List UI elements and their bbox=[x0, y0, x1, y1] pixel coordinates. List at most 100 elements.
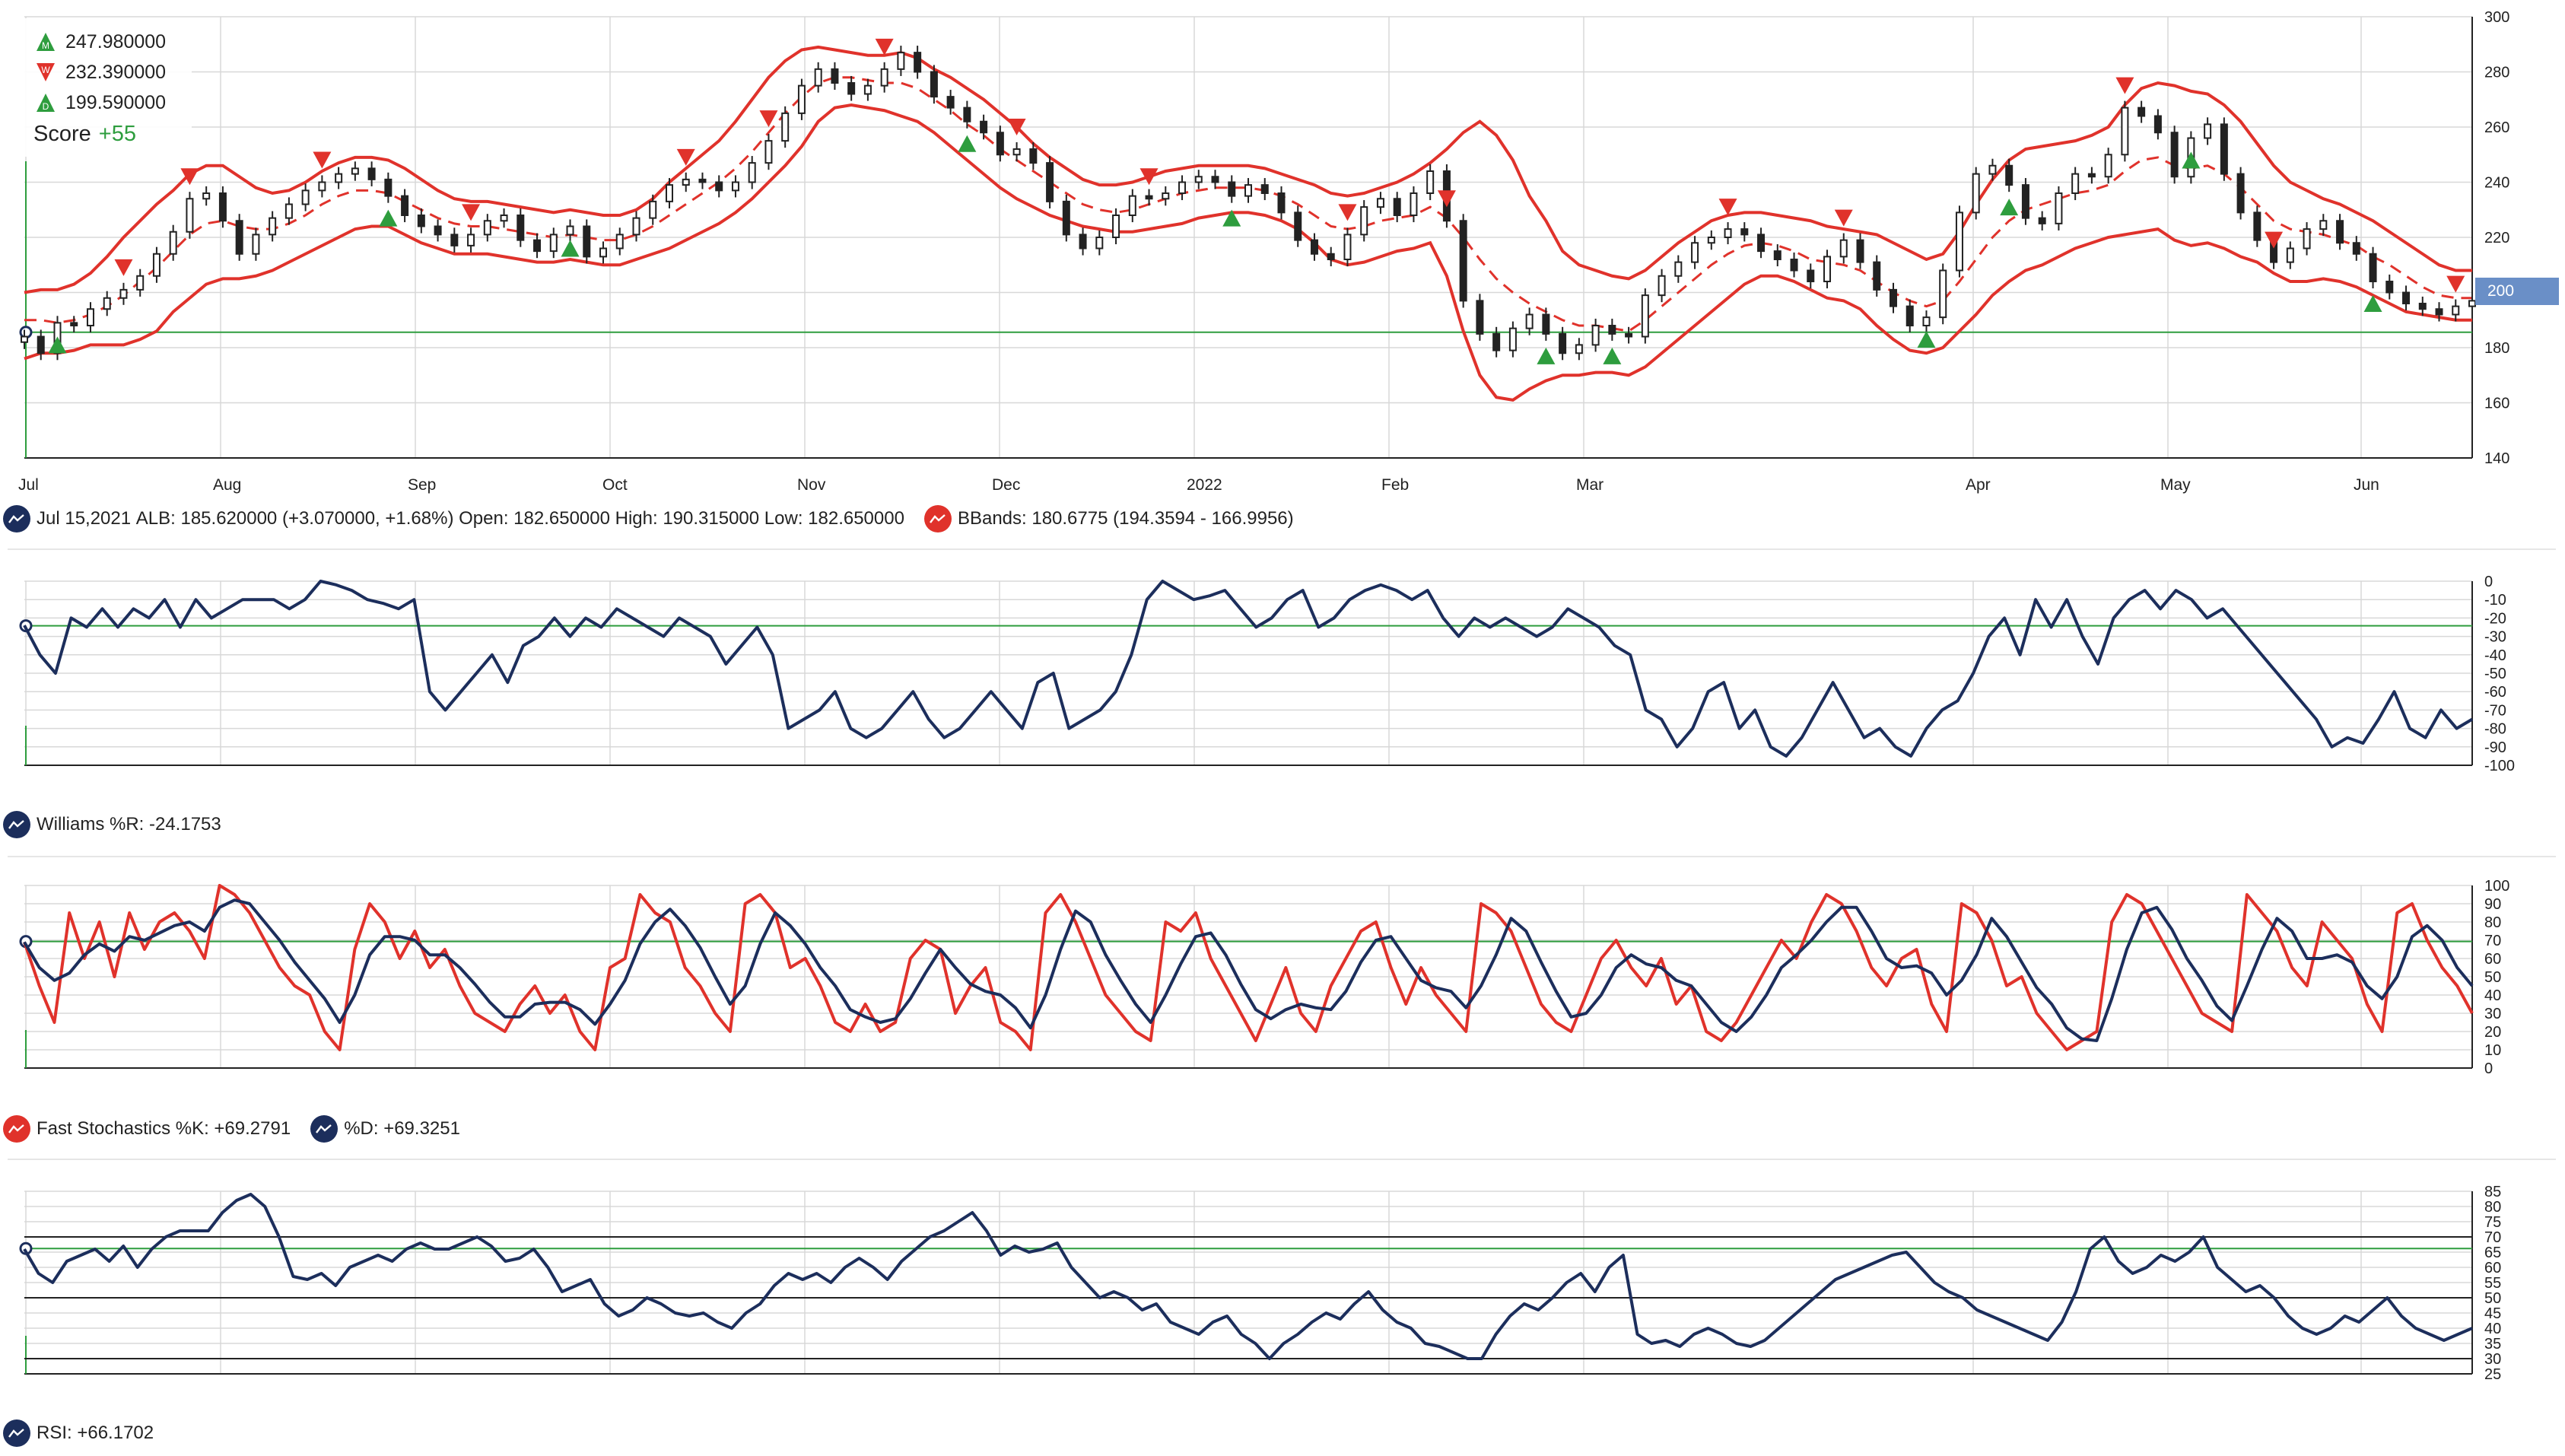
candle-body bbox=[2138, 106, 2146, 117]
candle-body bbox=[1658, 275, 1666, 297]
candle-body bbox=[401, 195, 409, 216]
candle-body bbox=[186, 198, 194, 233]
rsi-y-tick-label: 80 bbox=[2484, 1199, 2501, 1216]
rsi-y-tick-label: 50 bbox=[2484, 1290, 2501, 1307]
candle-body bbox=[2452, 305, 2460, 316]
rsi-series-line bbox=[23, 1193, 2473, 1360]
signal-down-marker bbox=[313, 151, 332, 169]
rsi-series-icon[interactable] bbox=[3, 1419, 30, 1447]
stoch-d-series-icon[interactable] bbox=[310, 1115, 339, 1143]
candle-body bbox=[665, 184, 673, 202]
rsi-info-line: RSI: +66.1702 bbox=[3, 1418, 154, 1448]
candle-body bbox=[335, 173, 343, 183]
candle-body bbox=[2385, 281, 2394, 294]
candle-body bbox=[2005, 164, 2014, 186]
signal-up-marker bbox=[1917, 331, 1936, 348]
bbands-info-text: BBands: 180.6775 (194.3594 - 166.9956) bbox=[957, 508, 1294, 529]
stoch-y-tick-label: 0 bbox=[2484, 1060, 2493, 1077]
x-month-label: Mar bbox=[1576, 476, 1604, 494]
candle-body bbox=[1972, 173, 1980, 214]
candle-body bbox=[202, 192, 211, 200]
williams-series-line bbox=[23, 580, 2474, 758]
candle-body bbox=[1988, 164, 1997, 175]
candle-body bbox=[930, 71, 938, 98]
chart-stage: 140160180200220240260280300JulAugSepOctN… bbox=[0, 0, 2565, 1456]
svg-text:D: D bbox=[43, 101, 49, 112]
candle-body bbox=[764, 140, 773, 164]
rsi-y-tick-label: 60 bbox=[2484, 1260, 2501, 1276]
candle-body bbox=[2236, 173, 2245, 214]
candle-body bbox=[583, 225, 591, 258]
stoch-k-series-icon[interactable] bbox=[3, 1115, 30, 1143]
williams-y-tick-label: -50 bbox=[2484, 666, 2506, 682]
candle-body bbox=[1426, 170, 1435, 194]
candle-body bbox=[2087, 173, 2096, 178]
candle-body bbox=[831, 68, 839, 84]
price-info-line: Jul 15,2021 ALB: 185.620000 (+3.070000, … bbox=[3, 504, 1294, 534]
candle-body bbox=[2038, 217, 2046, 224]
bbands-series-icon[interactable] bbox=[923, 505, 952, 532]
williams-series-icon[interactable] bbox=[3, 811, 30, 838]
candle-body bbox=[70, 322, 78, 326]
triangle-up-icon: M bbox=[37, 33, 55, 51]
candle-body bbox=[1012, 148, 1021, 156]
stoch-d-label: %D: +69.3251 bbox=[344, 1118, 460, 1139]
candle-body bbox=[914, 52, 922, 73]
candle-body bbox=[318, 181, 326, 192]
candle-body bbox=[1889, 288, 1897, 307]
candle-body bbox=[1773, 250, 1782, 260]
candle-body bbox=[500, 215, 508, 222]
candle-body bbox=[467, 234, 475, 246]
candle-body bbox=[1260, 184, 1269, 194]
price-y-tick-label: 260 bbox=[2484, 119, 2509, 136]
stoch-y-tick-label: 70 bbox=[2484, 933, 2501, 949]
candle-body bbox=[549, 234, 558, 253]
candle-body bbox=[1922, 316, 1931, 326]
candle-body bbox=[301, 189, 310, 205]
candle-body bbox=[235, 220, 243, 255]
rsi-y-tick-label: 35 bbox=[2484, 1336, 2501, 1353]
stoch-y-tick-label: 60 bbox=[2484, 951, 2501, 968]
williams-y-tick-label: -90 bbox=[2484, 739, 2506, 756]
williams-y-tick-label: -100 bbox=[2484, 758, 2515, 774]
candle-body bbox=[169, 230, 177, 255]
stoch-y-tick-label: 20 bbox=[2484, 1024, 2501, 1041]
candle-body bbox=[1112, 215, 1120, 238]
candle-body bbox=[1955, 211, 1963, 272]
candle-body bbox=[1939, 269, 1947, 319]
candle-body bbox=[417, 215, 425, 227]
x-month-label: Jun bbox=[2354, 476, 2379, 494]
price-y-tick-label: 300 bbox=[2484, 9, 2509, 26]
score-label: Score bbox=[33, 122, 91, 146]
signal-up-marker bbox=[2000, 199, 2019, 216]
candle-body bbox=[2418, 303, 2427, 310]
candle-body bbox=[1079, 234, 1087, 250]
candle-body bbox=[2468, 300, 2476, 307]
candle-body bbox=[1476, 300, 1484, 335]
candle-body bbox=[1807, 269, 1815, 282]
candle-body bbox=[1459, 220, 1467, 302]
price-y-tick-label: 240 bbox=[2484, 175, 2509, 192]
price-y-tick-label: 280 bbox=[2484, 65, 2509, 81]
triangle-up-icon: D bbox=[37, 94, 55, 112]
price-y-tick-label: 220 bbox=[2484, 230, 2509, 246]
price-series-icon[interactable] bbox=[3, 505, 30, 532]
candle-body bbox=[682, 178, 690, 186]
x-month-label: Oct bbox=[602, 476, 628, 494]
williams-label: Williams %R: -24.1753 bbox=[37, 814, 221, 834]
candle-body bbox=[566, 225, 574, 236]
candle-body bbox=[814, 68, 822, 87]
price-y-tick-label: 160 bbox=[2484, 396, 2509, 412]
candle-body bbox=[269, 217, 277, 236]
rsi-y-tick-label: 30 bbox=[2484, 1351, 2501, 1368]
candle-body bbox=[698, 178, 707, 183]
candle-body bbox=[1839, 239, 1848, 258]
candle-body bbox=[2286, 247, 2294, 263]
stoch-y-tick-label: 10 bbox=[2484, 1042, 2501, 1059]
candle-body bbox=[1508, 327, 1517, 351]
candle-body bbox=[1691, 242, 1699, 263]
candle-body bbox=[748, 162, 756, 183]
rsi-y-tick-label: 45 bbox=[2484, 1305, 2501, 1322]
candle-body bbox=[1410, 192, 1418, 216]
candle-body bbox=[1905, 305, 1914, 326]
